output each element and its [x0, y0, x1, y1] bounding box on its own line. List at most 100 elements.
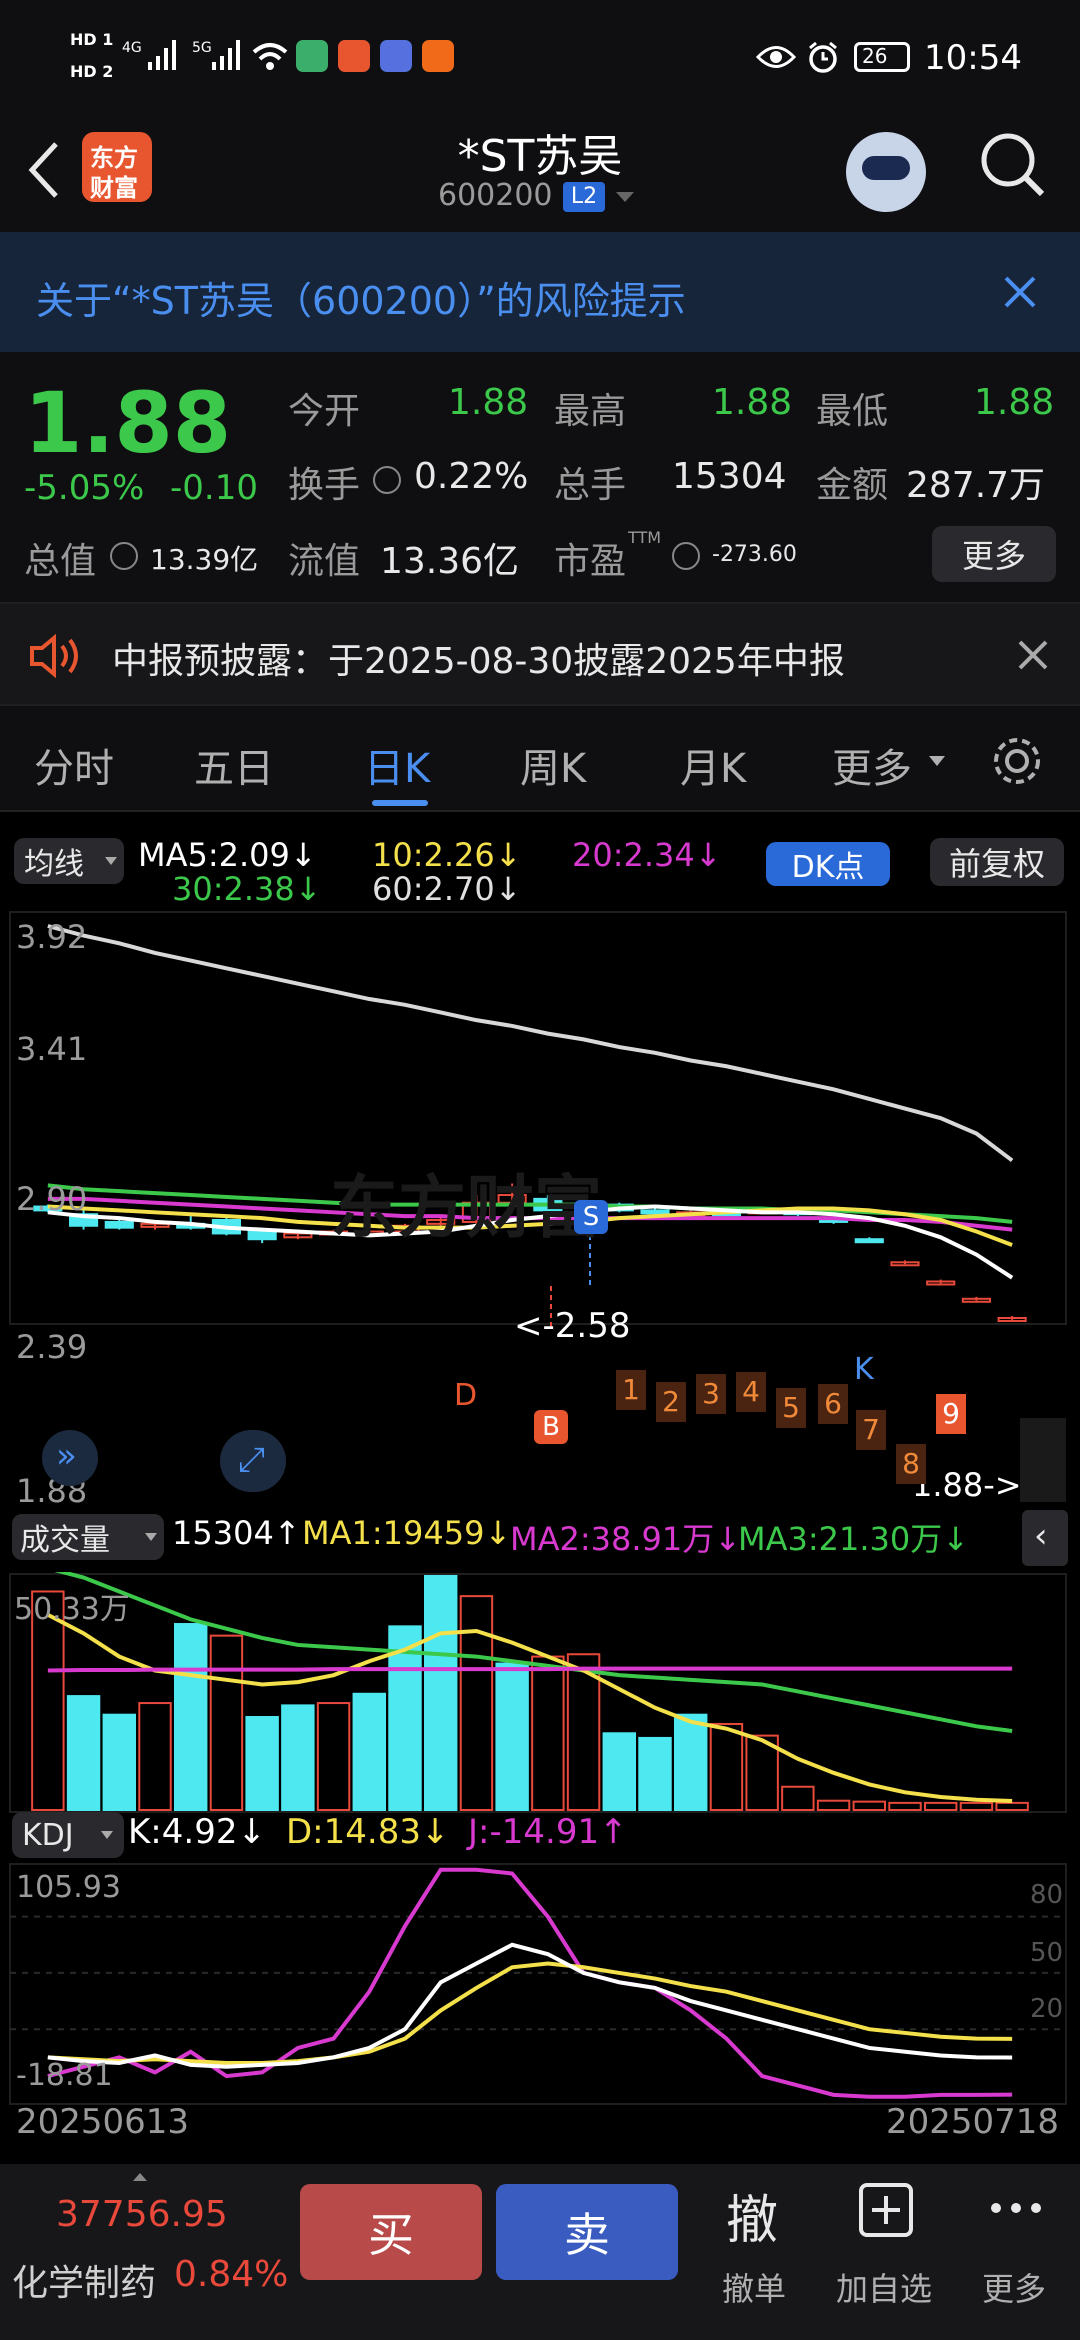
volume-bar: [816, 1799, 851, 1811]
music-app-icon: [380, 40, 412, 72]
volume-bar: [245, 1716, 279, 1811]
notice-bar[interactable]: 中报预披露：于2025-08-30披露2025年中报: [0, 602, 1080, 706]
index-name[interactable]: 化学制药: [12, 2254, 156, 2306]
pe-label: 市盈: [554, 541, 627, 582]
market-cap-value: 13.39亿: [150, 543, 259, 576]
volume-bar: [602, 1732, 636, 1812]
candle: [104, 1220, 134, 1229]
candle: [640, 1209, 670, 1215]
candlestick-chart[interactable]: [0, 908, 1080, 1328]
caret-down-icon: [101, 1831, 113, 1839]
close-icon[interactable]: [1016, 638, 1050, 672]
kdj-k-line: [47, 1942, 1013, 2069]
low-label: 最低: [816, 391, 889, 432]
float-cap-value: 13.36亿: [380, 541, 520, 582]
last-price: 1.88: [24, 374, 232, 472]
clock: 10:54: [924, 38, 1022, 78]
tab-intraday[interactable]: 分时: [34, 736, 114, 794]
stock-header: 东方 财富 *ST苏吴 600200 L2: [0, 120, 1080, 232]
buy-button[interactable]: 买: [300, 2184, 482, 2280]
turnover-label: 换手: [288, 465, 361, 506]
wifi-icon: [252, 43, 288, 70]
more-label[interactable]: 更多: [982, 2264, 1046, 2310]
dk-point-toggle[interactable]: DK点: [766, 842, 890, 886]
info-icon[interactable]: [672, 542, 700, 570]
tab-weekly-k[interactable]: 周K: [520, 736, 586, 794]
adjust-mode-button[interactable]: 前复权: [930, 838, 1064, 886]
kdj-axis-bottom: -18.81: [16, 2058, 113, 2093]
caret-down-icon: [105, 857, 117, 865]
caret-down-icon: [145, 1533, 157, 1541]
index-change-pct: 0.84%: [174, 2254, 289, 2295]
collapse-panel-icon[interactable]: ‹: [1022, 1510, 1068, 1566]
tab-daily-k[interactable]: 日K: [364, 736, 430, 794]
last-price-label: 1.88->: [912, 1466, 1022, 1504]
signal-icon: [212, 40, 240, 70]
high-label: 最高: [554, 391, 627, 432]
info-icon[interactable]: [373, 466, 401, 494]
sim2-label: HD 2: [70, 62, 114, 81]
fullscreen-icon[interactable]: ⤢: [220, 1430, 286, 1492]
volume-bar: [924, 1801, 958, 1811]
td-sequential-count: 1: [616, 1370, 646, 1410]
chevron-down-icon[interactable]: [614, 188, 636, 206]
price-axis-label: 3.41: [16, 1030, 88, 1068]
change-percent: -5.05%: [24, 468, 145, 508]
volume-bar: [531, 1655, 565, 1812]
td-sequential-count: 4: [736, 1372, 766, 1412]
sell-button[interactable]: 卖: [496, 2184, 678, 2280]
start-date: 20250613: [16, 2102, 190, 2142]
tab-five-day[interactable]: 五日: [194, 736, 274, 794]
ma5-value: MA5:2.09↓: [138, 836, 317, 874]
price-axis-label: 2.39: [16, 1328, 88, 1366]
volume-bar: [102, 1713, 136, 1812]
volume-indicator-selector[interactable]: 成交量: [12, 1514, 164, 1560]
expand-left-icon[interactable]: »: [42, 1430, 98, 1486]
info-icon[interactable]: [110, 542, 138, 570]
volume-bar: [138, 1702, 172, 1811]
network-4g: 4G: [122, 40, 142, 56]
volume-bar: [66, 1695, 101, 1811]
kdj-k-value: K:4.92↓: [128, 1812, 266, 1852]
kline-chart-area: 均线 MA5:2.09↓ 10:2.26↓ 20:2.34↓ 30:2.38↓ …: [0, 812, 1080, 2164]
robot-assistant-icon[interactable]: [846, 132, 926, 212]
risk-warning-banner[interactable]: 关于“*ST苏吴（600200）”的风险提示: [0, 232, 1080, 352]
index-value[interactable]: 37756.95: [56, 2194, 228, 2235]
gear-icon[interactable]: [988, 732, 1046, 790]
quote-panel: 1.88 -5.05% -0.10 今开 1.88 最高 1.88 最低 1.8…: [0, 352, 1080, 602]
alarm-icon: [809, 41, 837, 73]
kdj-level-80: 80: [1030, 1880, 1064, 1910]
high-value: 1.88: [712, 382, 793, 423]
search-icon[interactable]: [978, 130, 1048, 202]
end-date: 20250718: [886, 2102, 1060, 2142]
volume-bar: [888, 1801, 922, 1811]
scroll-right-handle[interactable]: [1020, 1418, 1066, 1502]
d-signal-label: D: [454, 1378, 478, 1413]
notice-text[interactable]: 中报预披露：于2025-08-30披露2025年中报: [112, 632, 845, 684]
td-sequential-count: 8: [896, 1444, 926, 1484]
more-quote-button[interactable]: 更多: [932, 526, 1056, 582]
buy-point-marker[interactable]: B: [534, 1410, 568, 1444]
close-icon[interactable]: [1002, 274, 1038, 310]
period-high-label: <-2.58: [514, 1306, 631, 1346]
sell-point-marker[interactable]: S: [574, 1200, 608, 1234]
ma20-value: 20:2.34↓: [572, 836, 722, 874]
cancel-order-label[interactable]: 撤单: [722, 2264, 786, 2310]
volume-bar: [424, 1575, 458, 1811]
volume-axis-label: 50.33万: [14, 1592, 130, 1627]
cancel-order-icon[interactable]: 撤: [726, 2178, 778, 2253]
add-watchlist-icon[interactable]: [858, 2182, 914, 2238]
kdj-chart[interactable]: [0, 1862, 1080, 2108]
sim1-label: HD 1: [70, 30, 114, 49]
tab-more[interactable]: 更多: [832, 736, 912, 794]
volume-bar: [959, 1801, 994, 1811]
volume-chart[interactable]: [0, 1572, 1080, 1816]
risk-warning-text[interactable]: 关于“*ST苏吴（600200）”的风险提示: [36, 270, 686, 325]
more-icon[interactable]: [990, 2200, 1042, 2216]
add-watchlist-label[interactable]: 加自选: [836, 2264, 932, 2310]
speaker-icon: [30, 634, 78, 678]
active-tab-indicator: [372, 800, 428, 806]
tab-monthly-k[interactable]: 月K: [680, 736, 746, 794]
caret-down-icon: [929, 756, 945, 766]
market-cap-label: 总值: [24, 541, 97, 582]
